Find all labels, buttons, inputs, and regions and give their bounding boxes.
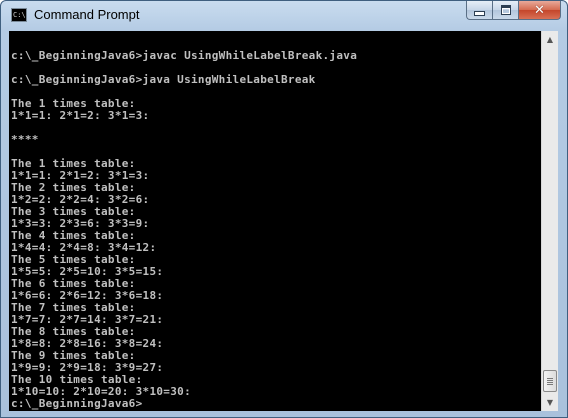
console-line: c:\_BeginningJava6>java UsingWhileLabelB… <box>11 73 316 86</box>
cmd-icon[interactable]: C:\ <box>11 8 27 22</box>
close-button[interactable]: ✕ <box>518 1 561 20</box>
scroll-down-arrow-icon: ▼ <box>546 398 554 407</box>
grip-icon <box>547 377 553 385</box>
console-lines: c:\_BeginningJava6>javac UsingWhileLabel… <box>11 38 357 410</box>
vertical-scrollbar[interactable]: ▲ ▼ <box>541 31 558 411</box>
scrollbar-thumb[interactable] <box>543 370 557 392</box>
maximize-button[interactable] <box>492 1 518 20</box>
scroll-down-button[interactable]: ▼ <box>542 394 558 411</box>
scroll-up-button[interactable]: ▲ <box>542 31 558 48</box>
command-prompt-window: C:\ Command Prompt ✕ c:\_BeginningJava6>… <box>0 0 568 418</box>
console-line: 1*1=1: 2*1=2: 3*1=3: <box>11 109 150 122</box>
minimize-button[interactable] <box>466 1 492 20</box>
console-line: c:\_BeginningJava6> <box>11 397 143 410</box>
maximize-icon <box>500 5 511 15</box>
scroll-up-arrow-icon: ▲ <box>546 35 554 44</box>
close-icon: ✕ <box>534 2 545 18</box>
console-line: **** <box>11 133 39 146</box>
console-output[interactable]: c:\_BeginningJava6>javac UsingWhileLabel… <box>9 31 541 411</box>
window-title: Command Prompt <box>34 7 140 22</box>
caption-buttons: ✕ <box>466 1 561 21</box>
console-line: c:\_BeginningJava6>javac UsingWhileLabel… <box>11 49 358 62</box>
title-bar[interactable]: C:\ Command Prompt ✕ <box>1 1 567 31</box>
minimize-icon <box>474 10 485 16</box>
